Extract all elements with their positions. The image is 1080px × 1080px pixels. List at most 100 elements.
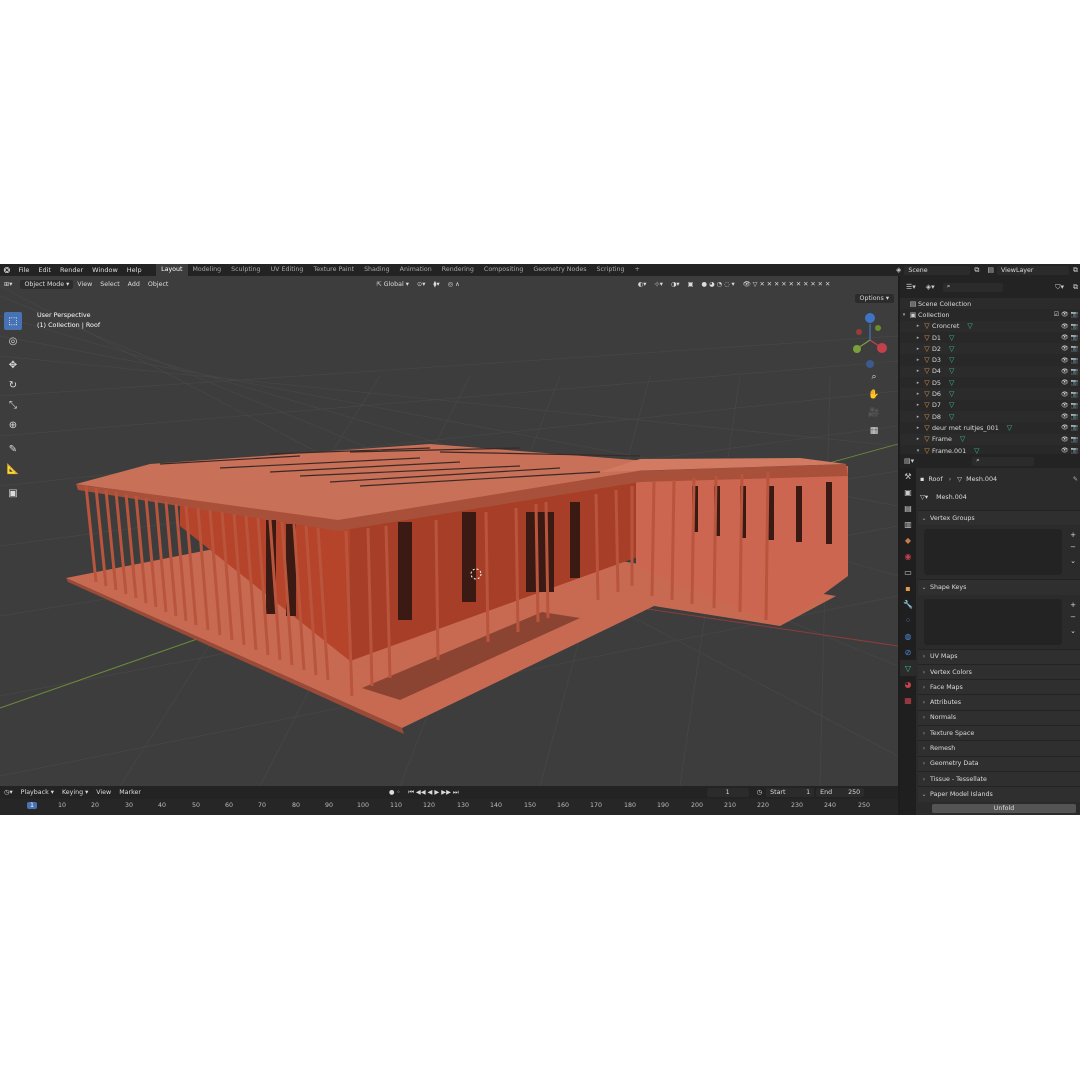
tree-row-object[interactable]: ▸ ▽ D5 ▽ 👁 📷 xyxy=(900,377,1080,388)
menu-keying[interactable]: Keying ▾ xyxy=(58,789,92,796)
editor-type-icon[interactable]: ⊞▾ xyxy=(0,281,16,288)
mesh-datablock-icon[interactable]: ▽▾ xyxy=(920,493,928,501)
physics-tab-icon[interactable]: ◍ xyxy=(900,628,916,644)
view-layer-tab-icon[interactable]: ▥ xyxy=(900,516,916,532)
shape-keys-list[interactable]: + − ⌄ xyxy=(924,598,1076,645)
ortho-grid-icon[interactable]: ▦ xyxy=(867,424,881,438)
panel-paper-model-islands[interactable]: ⌄ Paper Model Islands xyxy=(918,786,1080,802)
properties-search-input[interactable]: ⌕ xyxy=(972,456,1035,466)
pivot-icon[interactable]: ⊙▾ xyxy=(413,281,429,288)
scale-tool-icon[interactable]: ⤡ xyxy=(4,396,22,414)
cursor-tool-icon[interactable]: ◎ xyxy=(4,332,22,350)
tree-row-scene-collection[interactable]: ▤ Scene Collection xyxy=(900,298,1080,310)
output-tab-icon[interactable]: ▤ xyxy=(900,500,916,516)
menu-object[interactable]: Object xyxy=(144,281,173,288)
eye-camera-icon[interactable]: 👁 📷 xyxy=(1061,391,1078,398)
list-add-icon[interactable]: + xyxy=(1070,601,1076,609)
eye-camera-icon[interactable]: 👁 📷 xyxy=(1061,357,1078,364)
texture-tab-icon[interactable]: ▦ xyxy=(900,692,916,708)
measure-tool-icon[interactable]: 📐 xyxy=(4,460,22,478)
tree-row-object[interactable]: ▸ ▽ D3 ▽ 👁 📷 xyxy=(900,354,1080,365)
tree-row-object[interactable]: ▸ ▽ D4 ▽ 👁 📷 xyxy=(900,365,1080,378)
outliner-editor-icon[interactable]: ☰▾ xyxy=(906,283,916,291)
panel-vertex-colors[interactable]: › Vertex Colors xyxy=(918,663,1080,680)
tree-row-collection[interactable]: ▾ ▣ Collection ☑ 👁 📷 xyxy=(900,309,1080,320)
options-button[interactable]: Options ▾ xyxy=(854,294,894,303)
menu-select[interactable]: Select xyxy=(96,281,123,288)
checkbox-visibility-icon[interactable]: ☑ 👁 📷 xyxy=(1054,311,1078,318)
tree-row-object[interactable]: ▸ ▽ Croncret ▽ 👁 📷 xyxy=(900,320,1080,332)
record-icon[interactable]: ● ◦ xyxy=(385,789,404,796)
eye-camera-icon[interactable]: 👁 📷 xyxy=(1061,345,1078,352)
object-tab-icon[interactable]: ▪ xyxy=(900,580,916,596)
eye-camera-icon[interactable]: 👁 📷 xyxy=(1061,368,1078,375)
constraints-tab-icon[interactable]: ⊘ xyxy=(900,644,916,660)
playback-controls-icon[interactable]: ⏮ ◀◀ ◀ ▶ ▶▶ ⏭ xyxy=(404,789,462,797)
annotate-tool-icon[interactable]: ✎ xyxy=(4,440,22,458)
mesh-data-tab-icon[interactable]: ▽ xyxy=(900,660,916,676)
filter-icon[interactable]: ⛉▾ xyxy=(1055,283,1064,292)
gizmo-icon[interactable]: ⊹▾ xyxy=(650,281,666,288)
transform-tool-icon[interactable]: ⊕ xyxy=(4,416,22,434)
tab-geometry-nodes[interactable]: Geometry Nodes xyxy=(528,264,591,276)
frame-marker-current[interactable]: 1 xyxy=(26,802,38,809)
zoom-icon[interactable]: ⌕ xyxy=(867,370,881,384)
end-frame-field[interactable]: End 250 xyxy=(816,788,865,797)
snap-icon[interactable]: ⧫▾ xyxy=(429,281,443,288)
add-workspace-button[interactable]: + xyxy=(630,264,645,276)
xray-icon[interactable]: ▣ xyxy=(684,281,698,288)
start-frame-field[interactable]: Start 1 xyxy=(766,788,815,797)
particles-tab-icon[interactable]: ⁘ xyxy=(900,612,916,628)
select-box-tool-icon[interactable]: ⬚ xyxy=(4,312,22,330)
pin-icon[interactable]: ✎ xyxy=(1073,475,1078,483)
tree-row-object[interactable]: ▸ ▽ D8 ▽ 👁 📷 xyxy=(900,410,1080,423)
tab-uv-editing[interactable]: UV Editing xyxy=(266,264,309,276)
tab-compositing[interactable]: Compositing xyxy=(479,264,528,276)
eye-camera-icon[interactable]: 👁 📷 xyxy=(1061,447,1078,454)
tab-modeling[interactable]: Modeling xyxy=(188,264,227,276)
collection-tab-icon[interactable]: ▭ xyxy=(900,564,916,580)
panel-texture-space[interactable]: › Texture Space xyxy=(918,725,1080,741)
panel-tissue-tessellate[interactable]: › Tissue - Tessellate xyxy=(918,770,1080,787)
mesh-name-field[interactable]: Mesh.004 xyxy=(932,492,1063,502)
panel-geometry-data[interactable]: › Geometry Data xyxy=(918,755,1080,771)
current-frame-field[interactable]: 1 xyxy=(706,788,749,797)
mode-selector[interactable]: Object Mode ▾ xyxy=(20,279,74,289)
tree-row-object[interactable]: ▸ ▽ D6 ▽ 👁 📷 xyxy=(900,388,1080,400)
scene-tab-icon[interactable]: ◆ xyxy=(900,532,916,548)
timeline-ruler[interactable]: 1 10 20 30 40 50 60 70 80 90 100 110 120… xyxy=(0,799,898,815)
tab-sculpting[interactable]: Sculpting xyxy=(226,264,265,276)
menu-playback[interactable]: Playback ▾ xyxy=(17,789,58,796)
panel-normals[interactable]: › Normals xyxy=(918,709,1080,726)
eye-camera-icon[interactable]: 👁 📷 xyxy=(1061,323,1078,330)
camera-view-icon[interactable]: 🎥 xyxy=(867,406,881,420)
tab-animation[interactable]: Animation xyxy=(395,264,437,276)
material-tab-icon[interactable]: ◕ xyxy=(900,676,916,692)
menu-help[interactable]: Help xyxy=(122,266,146,274)
extra-visibility-icons[interactable]: 👁 ▽ ✕ ✕ ✕ ✕ ✕ ✕ ✕ ✕ ✕ ✕ xyxy=(739,280,835,288)
panel-face-maps[interactable]: › Face Maps xyxy=(918,679,1080,695)
panel-attributes[interactable]: › Attributes xyxy=(918,694,1080,710)
list-menu-icon[interactable]: ⌄ xyxy=(1070,627,1076,635)
menu-add[interactable]: Add xyxy=(124,281,144,288)
display-mode-icon[interactable]: ◈▾ xyxy=(926,283,935,291)
tab-layout[interactable]: Layout xyxy=(156,264,188,276)
unfold-button[interactable]: Unfold xyxy=(932,803,1076,813)
list-remove-icon[interactable]: − xyxy=(1070,543,1076,551)
tree-row-object[interactable]: ▸ ▽ D7 ▽ 👁 📷 xyxy=(900,400,1080,411)
tool-tab-icon[interactable]: ⚒ xyxy=(900,468,916,484)
menu-window[interactable]: Window xyxy=(88,266,123,274)
axis-gizmo[interactable] xyxy=(853,313,887,368)
vertex-groups-list[interactable]: + − ⌄ xyxy=(924,529,1076,576)
panel-uv-maps[interactable]: › UV Maps xyxy=(918,648,1080,664)
new-scene-icon[interactable]: ⧉ xyxy=(974,266,979,275)
panel-remesh[interactable]: › Remesh xyxy=(918,740,1080,756)
menu-edit[interactable]: Edit xyxy=(34,266,56,274)
pan-hand-icon[interactable]: ✋ xyxy=(867,388,881,402)
proportional-edit-icon[interactable]: ◎ ∧ xyxy=(444,281,464,288)
move-tool-icon[interactable]: ✥ xyxy=(4,356,22,374)
new-view-layer-icon[interactable]: ⧉ xyxy=(1073,266,1078,275)
eye-camera-icon[interactable]: 👁 📷 xyxy=(1061,402,1078,409)
tree-row-object[interactable]: ▸ ▽ D2 ▽ 👁 📷 xyxy=(900,343,1080,355)
view-layer-selector[interactable]: ViewLayer xyxy=(997,265,1069,275)
